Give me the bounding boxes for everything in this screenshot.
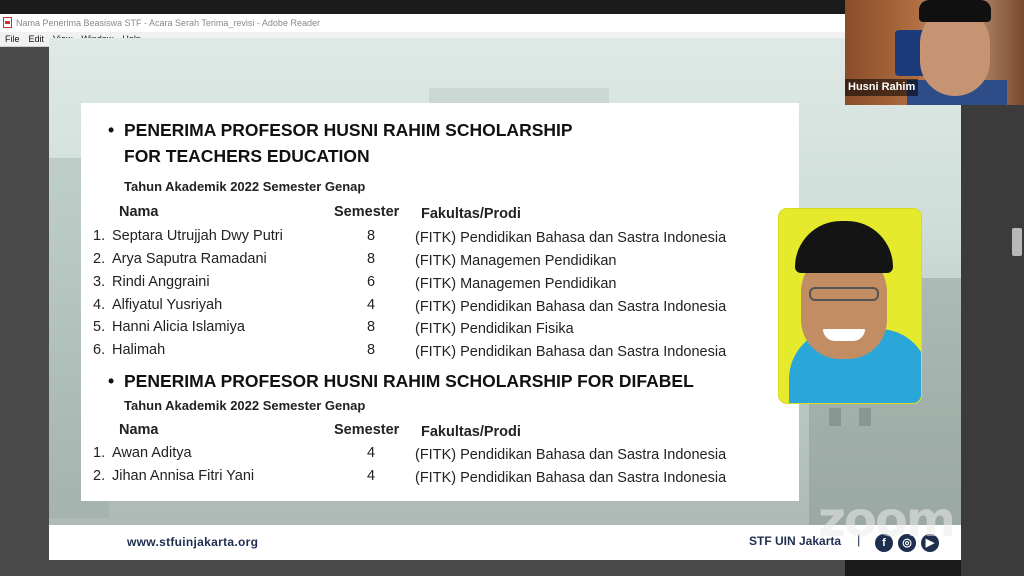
row-number: 2.: [93, 468, 106, 484]
recipient-faculty: (FITK) Managemen Pendidikan: [415, 253, 617, 269]
bullet: •: [108, 120, 115, 140]
recipient-name: Jihan Annisa Fitri Yani: [112, 468, 255, 484]
recipient-name: Hanni Alicia Islamiya: [112, 319, 245, 335]
heading-line-1: PENERIMA PROFESOR HUSNI RAHIM SCHOLARSHI…: [124, 371, 694, 391]
recipient-faculty: (FITK) Pendidikan Bahasa dan Sastra Indo…: [415, 230, 727, 246]
portrait-photo: [778, 208, 922, 404]
participant-name-label: Husni Rahim: [845, 79, 919, 96]
recipient-semester: 4: [366, 297, 376, 313]
column-header-semester: Semester: [334, 422, 400, 438]
recipient-faculty: (FITK) Pendidikan Bahasa dan Sastra Indo…: [415, 470, 727, 486]
recipient-name: Halimah: [112, 342, 166, 358]
recipient-faculty: (FITK) Pendidikan Bahasa dan Sastra Indo…: [415, 344, 727, 360]
pdf-page: • PENERIMA PROFESOR HUSNI RAHIM SCHOLARS…: [49, 38, 961, 560]
photo-glasses: [809, 287, 879, 301]
row-number: 6.: [93, 342, 106, 358]
recipient-faculty: (FITK) Pendidikan Bahasa dan Sastra Indo…: [415, 447, 727, 463]
recipient-faculty: (FITK) Pendidikan Bahasa dan Sastra Indo…: [415, 299, 727, 315]
row-number: 1.: [93, 445, 106, 461]
recipient-semester: 8: [366, 228, 376, 244]
scrollbar-thumb[interactable]: [1012, 228, 1022, 256]
recipient-semester: 8: [366, 251, 376, 267]
row-number: 5.: [93, 319, 106, 335]
recipient-name: Septara Utrujjah Dwy Putri: [112, 228, 283, 244]
section-heading-difabel: • PENERIMA PROFESOR HUSNI RAHIM SCHOLARS…: [108, 368, 694, 394]
section-heading-teachers: • PENERIMA PROFESOR HUSNI RAHIM SCHOLARS…: [108, 117, 573, 169]
photo-cap: [795, 221, 893, 273]
recipient-name: Alfiyatul Yusriyah: [112, 297, 223, 313]
building-window: [829, 408, 841, 426]
participant-video-tile[interactable]: Husni Rahim: [845, 0, 1024, 105]
recipient-name: Awan Aditya: [112, 445, 192, 461]
recipient-name: Rindi Anggraini: [112, 274, 210, 290]
window-title: Nama Penerima Beasiswa STF - Acara Serah…: [16, 18, 320, 28]
recipient-faculty: (FITK) Managemen Pendidikan: [415, 276, 617, 292]
heading-line-1: PENERIMA PROFESOR HUSNI RAHIM SCHOLARSHI…: [124, 120, 573, 140]
heading-line-2: FOR TEACHERS EDUCATION: [124, 146, 370, 166]
recipient-name: Arya Saputra Ramadani: [112, 251, 267, 267]
column-header-faculty: Fakultas/Prodi: [421, 206, 521, 222]
row-number: 3.: [93, 274, 106, 290]
recipient-semester: 4: [366, 468, 376, 484]
title-bar: Nama Penerima Beasiswa STF - Acara Serah…: [0, 14, 845, 33]
recipient-semester: 4: [366, 445, 376, 461]
row-number: 2.: [93, 251, 106, 267]
recipient-semester: 8: [366, 342, 376, 358]
building-window: [859, 408, 871, 426]
zoom-watermark: zoom: [818, 492, 956, 548]
column-header-name: Nama: [119, 422, 159, 438]
participant-cap: [919, 0, 991, 22]
zoom-side-panel: [961, 105, 1024, 576]
website-url: www.stfuinjakarta.org: [127, 535, 259, 549]
row-number: 1.: [93, 228, 106, 244]
academic-year-label: Tahun Akademik 2022 Semester Genap: [124, 398, 366, 413]
recipient-semester: 6: [366, 274, 376, 290]
pdf-icon: [3, 17, 12, 28]
bullet: •: [108, 371, 115, 391]
menu-file[interactable]: File: [1, 32, 24, 46]
column-header-semester: Semester: [334, 204, 400, 220]
column-header-faculty: Fakultas/Prodi: [421, 424, 521, 440]
photo-smile: [823, 329, 865, 341]
recipient-faculty: (FITK) Pendidikan Fisika: [415, 321, 574, 337]
menu-edit[interactable]: Edit: [25, 32, 49, 46]
column-header-name: Nama: [119, 204, 159, 220]
row-number: 4.: [93, 297, 106, 313]
recipient-semester: 8: [366, 319, 376, 335]
academic-year-label: Tahun Akademik 2022 Semester Genap: [124, 179, 366, 194]
scholarship-list-panel: • PENERIMA PROFESOR HUSNI RAHIM SCHOLARS…: [81, 103, 799, 501]
